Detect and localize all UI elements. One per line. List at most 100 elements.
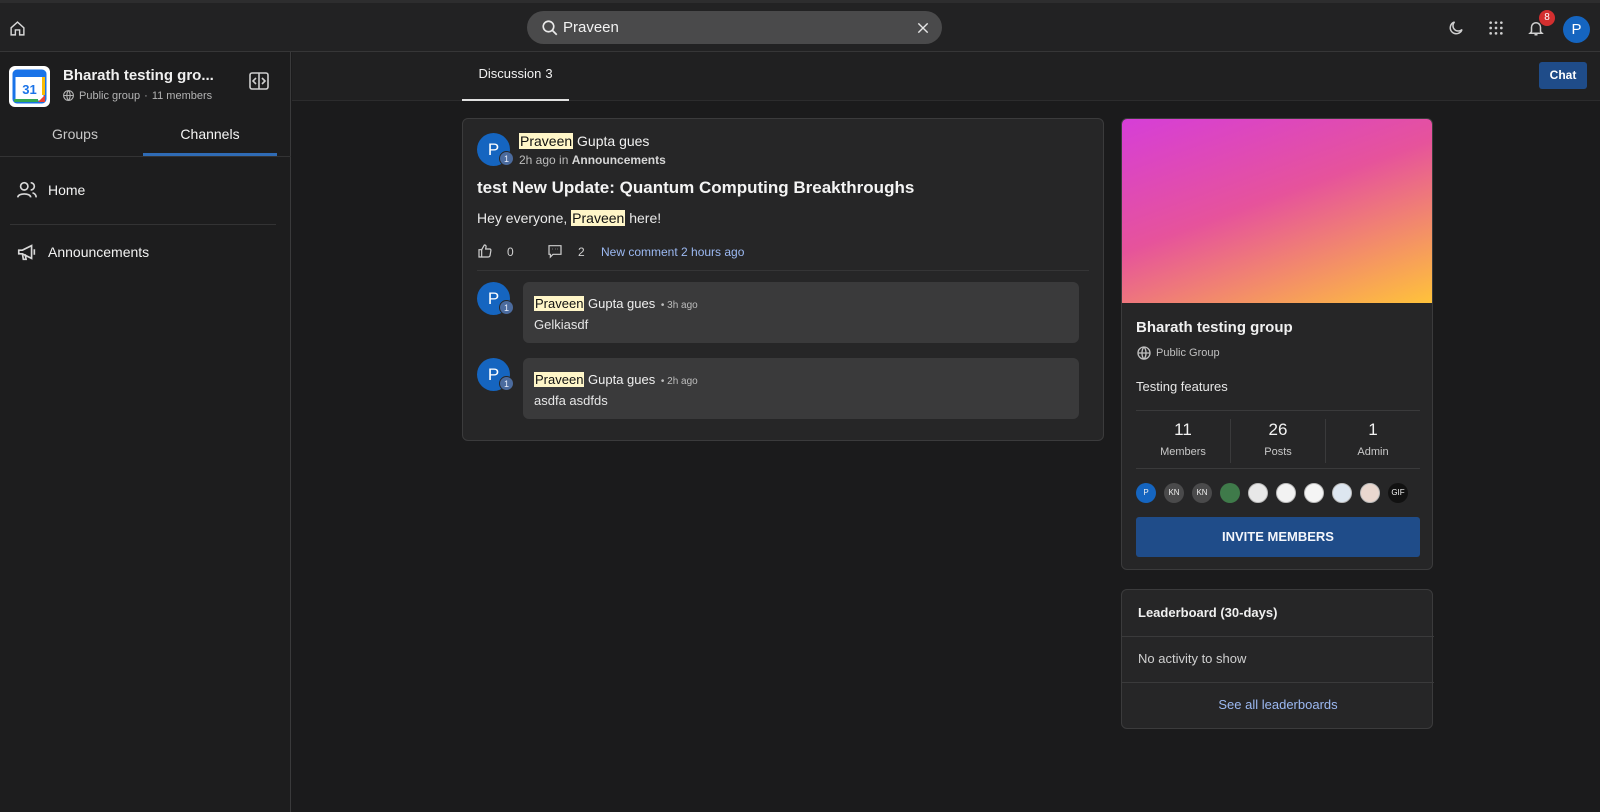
post-author[interactable]: Praveen Gupta gues: [519, 133, 649, 149]
member-avatar[interactable]: GIF: [1388, 483, 1408, 503]
leaderboard-empty-text: No activity to show: [1138, 651, 1247, 666]
group-info-card: Bharath testing group Public Group Testi…: [1121, 118, 1433, 570]
tab-count: 3: [545, 66, 553, 81]
divider: [1122, 636, 1434, 637]
group-name[interactable]: Bharath testing gro...: [63, 67, 214, 84]
sidebar-item-announcements[interactable]: Announcements: [0, 232, 291, 272]
apps-grid-icon[interactable]: [1481, 13, 1511, 43]
author-name-rest: Gupta gues: [584, 296, 656, 311]
sidebar-item-label: Home: [48, 182, 86, 198]
thumbs-up-icon[interactable]: [477, 243, 493, 259]
comment-text: Gelkiasdf: [534, 317, 589, 332]
post-in-word: in: [559, 153, 569, 167]
like-count: 0: [507, 245, 514, 259]
leaderboard-card: Leaderboard (30-days) No activity to sho…: [1121, 589, 1434, 729]
tab-discussion[interactable]: Discussion 3: [462, 52, 569, 101]
divider: [1136, 468, 1420, 469]
avatar-level-badge: 1: [499, 376, 514, 391]
top-bar: 8 P: [0, 0, 1600, 52]
group-type-label: Public Group: [1156, 347, 1220, 359]
notifications-bell-icon[interactable]: 8: [1521, 10, 1555, 43]
collapse-sidebar-icon[interactable]: [249, 72, 269, 90]
post-card: P 1 Praveen Gupta gues 2h ago in Announc…: [462, 118, 1104, 441]
avatar-level-badge: 1: [499, 151, 514, 166]
search-highlight: Praveen: [519, 133, 574, 149]
member-avatar[interactable]: KN: [1164, 483, 1184, 503]
search-icon: [542, 20, 558, 36]
people-icon: [17, 181, 37, 198]
post-title[interactable]: test New Update: Quantum Computing Break…: [477, 178, 914, 198]
group-card-name[interactable]: Bharath testing group: [1136, 319, 1293, 336]
body-text: Hey everyone,: [477, 210, 572, 226]
search-highlight: Praveen: [534, 296, 585, 311]
content-header: Discussion 3 Chat: [292, 52, 1600, 101]
group-description: Testing features: [1136, 379, 1228, 394]
invite-members-button[interactable]: INVITE MEMBERS: [1136, 517, 1420, 557]
stat-value: 26: [1268, 420, 1288, 439]
comment-time: • 3h ago: [660, 300, 698, 311]
author-name-rest: Gupta gues: [573, 133, 650, 149]
calendar-logo-icon: 31: [12, 69, 47, 104]
comment-author[interactable]: Praveen Gupta gues • 3h ago: [534, 296, 698, 311]
divider: [0, 156, 291, 157]
logo-text: 31: [22, 82, 36, 97]
comment-icon[interactable]: [547, 243, 563, 259]
stat-value: 1: [1368, 420, 1378, 439]
search-highlight: Praveen: [571, 210, 626, 226]
comment-bubble: Praveen Gupta gues • 2h ago asdfa asdfds: [523, 358, 1079, 419]
comment-time: • 2h ago: [660, 376, 698, 387]
tab-channels[interactable]: Channels: [143, 118, 277, 156]
post-time: 2h ago: [519, 153, 556, 167]
notification-count-badge: 8: [1539, 10, 1555, 26]
comment-author[interactable]: Praveen Gupta gues • 2h ago: [534, 372, 698, 387]
sidebar-item-home[interactable]: Home: [0, 170, 291, 210]
post-body: Hey everyone, Praveen here!: [477, 210, 661, 226]
comment-bubble: Praveen Gupta gues • 3h ago Gelkiasdf: [523, 282, 1079, 343]
search-highlight: Praveen: [534, 372, 585, 387]
stat-label: Admin: [1357, 446, 1389, 458]
group-member-count: 11 members: [151, 89, 213, 102]
comment-text: asdfa asdfds: [534, 393, 608, 408]
stat-value: 11: [1174, 420, 1192, 439]
member-avatar[interactable]: [1248, 483, 1268, 503]
group-cover-image: [1122, 119, 1432, 303]
user-avatar[interactable]: P: [1563, 16, 1590, 43]
dark-mode-icon[interactable]: [1441, 13, 1471, 43]
divider: [477, 270, 1089, 271]
member-avatar[interactable]: [1360, 483, 1380, 503]
divider: [10, 224, 276, 225]
globe-icon: [1137, 346, 1151, 360]
meta-separator: ·: [144, 89, 148, 102]
avatar-level-badge: 1: [499, 300, 514, 315]
stat-posts[interactable]: 26 Posts: [1231, 417, 1325, 463]
chat-button[interactable]: Chat: [1539, 62, 1587, 89]
clear-search-icon[interactable]: [913, 18, 932, 37]
search-input[interactable]: [563, 16, 893, 39]
search-bar[interactable]: [527, 11, 942, 44]
tab-groups[interactable]: Groups: [0, 118, 150, 156]
member-avatar[interactable]: [1220, 483, 1240, 503]
group-privacy: Public group: [79, 89, 141, 102]
post-meta: 2h ago in Announcements: [519, 153, 666, 167]
stat-members[interactable]: 11 Members: [1136, 417, 1230, 463]
stat-admin[interactable]: 1 Admin: [1326, 417, 1420, 463]
member-avatar[interactable]: [1304, 483, 1324, 503]
member-avatar[interactable]: P: [1136, 483, 1156, 503]
group-card-type: Public Group: [1136, 345, 1220, 361]
new-comment-link[interactable]: New comment 2 hours ago: [601, 245, 744, 259]
member-avatar[interactable]: KN: [1192, 483, 1212, 503]
author-name-rest: Gupta gues: [584, 372, 656, 387]
megaphone-icon: [17, 244, 36, 261]
group-logo: 31: [9, 66, 50, 107]
divider: [1136, 410, 1420, 411]
home-icon[interactable]: [4, 15, 30, 41]
sidebar-item-label: Announcements: [48, 244, 150, 260]
member-avatar[interactable]: [1332, 483, 1352, 503]
comment-count: 2: [578, 245, 585, 259]
divider: [1122, 682, 1434, 683]
member-avatar[interactable]: [1276, 483, 1296, 503]
stat-label: Members: [1160, 446, 1206, 458]
see-all-leaderboards-link[interactable]: See all leaderboards: [1122, 697, 1434, 712]
tab-label: Discussion: [478, 66, 542, 81]
post-channel-link[interactable]: Announcements: [572, 153, 666, 167]
